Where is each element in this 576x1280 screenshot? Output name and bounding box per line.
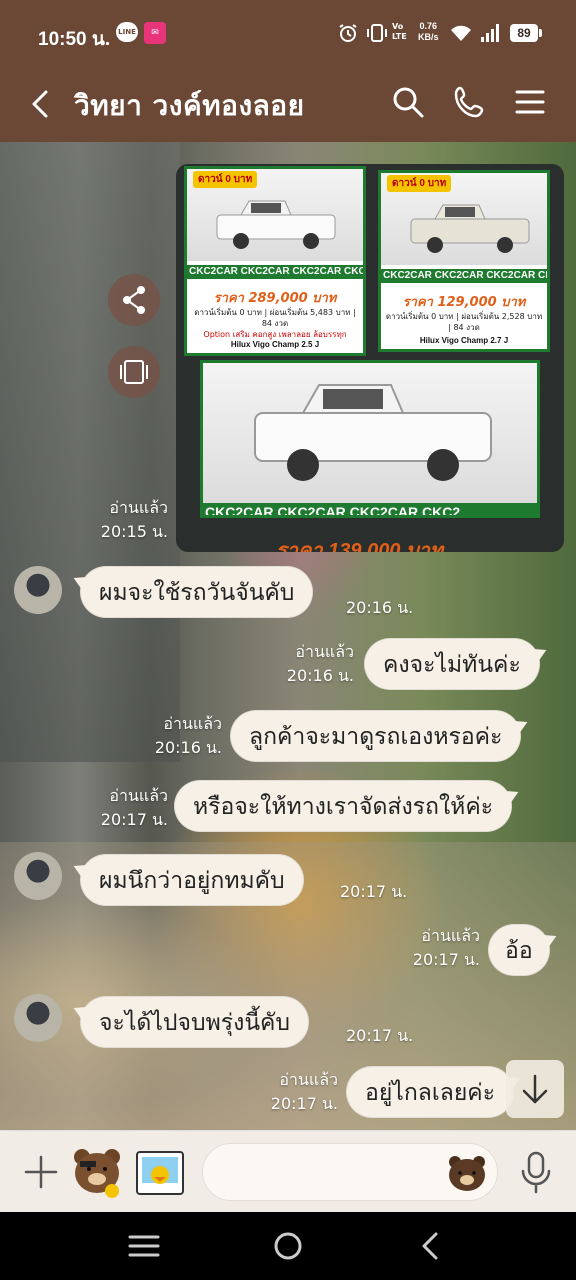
back-arrow-icon[interactable] [22, 84, 62, 124]
message-time: 20:17 น. [270, 1094, 338, 1113]
car-terms-line: ดาวน์เริ่มต้น 0 บาท | ผ่อนเริ่มต้น 5,483… [194, 308, 356, 328]
read-label: อ่านแล้ว [279, 1070, 338, 1089]
read-receipt: อ่านแล้ว 20:17 น. [92, 784, 168, 832]
outgoing-message[interactable]: อ้อ [488, 924, 550, 976]
brown-bear-sticker-icon[interactable] [68, 1143, 126, 1201]
expand-button[interactable] [108, 346, 160, 398]
car-terms: ดาวน์เริ่มต้น 0 บาท | ผ่อนเริ่มต้น 2,528… [385, 312, 543, 332]
car-model: Hilux Vigo Champ 2.5 J [230, 340, 320, 349]
message-time: 20:17 น. [100, 810, 168, 829]
phone-icon[interactable] [452, 84, 488, 120]
watermark-band: CKC2CAR CKC2CAR CKC2CAR CKC2 [381, 269, 547, 283]
car-card[interactable]: CKC2CAR CKC2CAR CKC2CAR CKC2 [200, 360, 540, 518]
car-price: ราคา 289,000 บาท [213, 291, 337, 306]
status-time: 10:50 น. [38, 29, 111, 50]
arrow-down-icon [522, 1074, 548, 1104]
promo-badge: ดาวน์ 0 บาท [193, 171, 258, 188]
cc-app-icon: ✉ [144, 22, 166, 44]
message-time: 20:15 น. [100, 522, 168, 541]
message-time: 20:16 น. [346, 598, 414, 617]
car-terms-option: Option เสริม คอกสูง เพลาลอย ล้อบรรทุก [203, 330, 347, 339]
emoji-icon[interactable] [446, 1153, 488, 1193]
avatar[interactable] [14, 566, 62, 614]
system-nav-bar [0, 1212, 576, 1280]
status-bar: 10:50 น. LINE ✉ Vo LTE 0.76 KB/s 89 [0, 0, 576, 70]
vibrate-icon [367, 24, 387, 42]
watermark-band: CKC2CAR CKC2CAR CKC2CAR CKC2 [187, 265, 363, 279]
nav-back-icon[interactable] [412, 1228, 452, 1264]
chat-area[interactable]: ดาวน์ 0 บาท CKC2CAR CKC2CAR CKC2CAR CKC2… [0, 142, 576, 1130]
car-model: Hilux Vigo Champ 2.7 J [419, 336, 509, 345]
share-icon [123, 286, 145, 314]
menu-icon[interactable] [512, 84, 548, 120]
promo-badge: ดาวน์ 0 บาท [387, 175, 452, 192]
read-receipt: อ่านแล้ว 20:17 น. [258, 1068, 338, 1116]
chat-header: วิทยา วงค์ทองลอย [0, 70, 576, 142]
net-speed-value: 0.76 [419, 21, 438, 31]
outgoing-message[interactable]: ลูกค้าจะมาดูรถเองหรอค่ะ [230, 710, 522, 762]
message-time: 20:16 น. [286, 666, 354, 685]
pickup-truck-image [216, 200, 336, 249]
message-time: 20:17 น. [340, 882, 408, 901]
alarm-icon [339, 24, 357, 42]
scroll-to-bottom-button[interactable] [506, 1060, 564, 1118]
read-receipt: อ่านแล้ว 20:16 น. [146, 712, 222, 760]
watermark-band: CKC2CAR CKC2CAR CKC2CAR CKC2 [203, 503, 537, 515]
pickup-truck-image [254, 384, 492, 481]
sally-sticker-icon[interactable] [134, 1147, 186, 1199]
read-label: อ่านแล้ว [109, 498, 168, 517]
read-receipt: อ่านแล้ว 20:16 น. [270, 640, 354, 688]
read-label: อ่านแล้ว [109, 786, 168, 805]
read-receipt: อ่านแล้ว 20:15 น. [96, 496, 168, 544]
outgoing-message[interactable]: อยู่ไกลเลยค่ะ [346, 1066, 515, 1118]
message-time: 20:17 น. [412, 950, 480, 969]
car-card[interactable]: ดาวน์ 0 บาท CKC2CAR CKC2CAR CKC2CAR CKC2… [184, 166, 366, 356]
signal-icon [481, 24, 499, 42]
microphone-icon[interactable] [514, 1149, 558, 1195]
avatar[interactable] [14, 994, 62, 1042]
car-photo [203, 363, 537, 503]
outgoing-message[interactable]: หรือจะให้ทางเราจัดส่งรถให้ค่ะ [174, 780, 513, 832]
car-image-collage[interactable]: ดาวน์ 0 บาท CKC2CAR CKC2CAR CKC2CAR CKC2… [176, 164, 564, 552]
car-terms: ดาวน์เริ่มต้น 0 บาท | ผ่อนเริ่มต้น 5,483… [191, 307, 359, 340]
plus-icon[interactable] [20, 1151, 62, 1193]
read-receipt: อ่านแล้ว 20:17 น. [402, 924, 480, 972]
incoming-message[interactable]: จะได้ไปจบพรุ่งนี้คับ [80, 996, 310, 1048]
search-icon[interactable] [390, 84, 426, 120]
read-label: อ่านแล้ว [295, 642, 354, 661]
volte-icon: Vo LTE [392, 22, 407, 41]
message-time: 20:17 น. [346, 1026, 414, 1045]
car-price-bottom: ราคา 139,000 บาท [276, 540, 444, 552]
incoming-message[interactable]: ผมนึกว่าอยู่กทมคับ [80, 854, 304, 906]
wallpaper-wall [0, 142, 180, 762]
wifi-icon [451, 25, 471, 41]
line-icon: LINE [116, 22, 138, 42]
outgoing-message[interactable]: คงจะไม่ทันค่ะ [364, 638, 540, 690]
read-label: อ่านแล้ว [163, 714, 222, 733]
chat-title[interactable]: วิทยา วงค์ทองลอย [74, 84, 305, 128]
input-bar [0, 1130, 576, 1212]
car-card[interactable]: ดาวน์ 0 บาท CKC2CAR CKC2CAR CKC2CAR CKC2… [378, 170, 550, 352]
incoming-message[interactable]: ผมจะใช้รถวันจันคับ [80, 566, 314, 618]
recents-icon[interactable] [124, 1228, 164, 1264]
net-speed: 0.76 KB/s [418, 21, 439, 43]
message-time: 20:16 น. [154, 738, 222, 757]
net-speed-unit: KB/s [418, 32, 439, 42]
car-price: ราคา 129,000 บาท [402, 295, 526, 310]
avatar[interactable] [14, 852, 62, 900]
expand-icon [120, 360, 148, 384]
pickup-truck-image [410, 204, 530, 253]
share-button[interactable] [108, 274, 160, 326]
read-label: อ่านแล้ว [421, 926, 480, 945]
home-icon[interactable] [268, 1228, 308, 1264]
battery-icon: 89 [510, 24, 542, 42]
